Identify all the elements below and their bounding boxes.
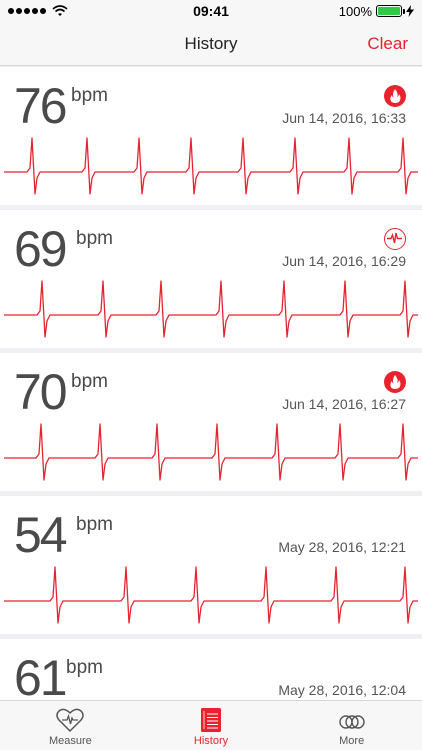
more-circles-icon [338,715,365,729]
charging-icon [406,5,414,17]
history-list[interactable]: 76 bpm Jun 14, 2016, 16:33 69 bpm Jun 14… [0,67,422,700]
history-entry[interactable]: 54 bpm May 28, 2016, 12:21 [0,496,422,634]
entry-date: Jun 14, 2016, 16:27 [282,396,406,412]
bpm-unit: bpm [76,228,113,249]
signal-icon [8,5,68,17]
bpm-unit: bpm [66,657,103,678]
history-entry[interactable]: 61 bpm May 28, 2016, 12:04 [0,639,422,700]
page-title: History [184,33,238,53]
bpm-value: 69 [14,221,68,277]
tab-label: History [193,735,229,747]
battery-indicator: 100% [339,4,414,19]
entry-date: May 28, 2016, 12:21 [278,539,406,555]
ecg-waveform [4,423,418,481]
clear-button[interactable]: Clear [367,34,408,54]
tab-more[interactable]: More [281,701,422,750]
tab-label: More [339,735,365,747]
entry-date: Jun 14, 2016, 16:29 [282,253,406,269]
journal-icon [201,708,221,732]
bpm-value: 54 [14,507,68,563]
entry-date: Jun 14, 2016, 16:33 [282,110,406,126]
entry-date: May 28, 2016, 12:04 [278,682,406,698]
navigation-bar: History Clear [0,22,422,66]
bpm-value: 61 [14,650,68,700]
ecg-waveform [4,137,418,195]
wifi-icon [52,5,68,16]
history-entry[interactable]: 70 bpm Jun 14, 2016, 16:27 [0,353,422,491]
history-entry[interactable]: 76 bpm Jun 14, 2016, 16:33 [0,67,422,205]
tab-bar: Measure History More [0,700,422,750]
tab-label: Measure [48,735,92,747]
ecg-waveform [4,280,418,338]
pulse-icon [384,228,406,250]
ecg-trace [4,280,418,338]
history-entry[interactable]: 69 bpm Jun 14, 2016, 16:29 [0,210,422,348]
ecg-trace [4,137,418,195]
bpm-value: 70 [14,364,68,420]
ecg-trace [4,566,418,624]
ecg-trace [4,423,418,481]
flame-icon [384,85,406,107]
bpm-value: 76 [14,78,68,134]
bpm-unit: bpm [76,514,113,535]
flame-icon [384,371,406,393]
tab-history[interactable]: History [141,701,282,750]
bpm-unit: bpm [71,371,108,392]
tab-measure[interactable]: Measure [0,701,141,750]
status-bar: 09:41 100% [0,0,422,22]
battery-percent: 100% [338,3,372,19]
heart-pulse-icon [56,708,85,733]
bpm-unit: bpm [71,85,108,106]
battery-icon [376,5,405,17]
ecg-waveform [4,566,418,624]
